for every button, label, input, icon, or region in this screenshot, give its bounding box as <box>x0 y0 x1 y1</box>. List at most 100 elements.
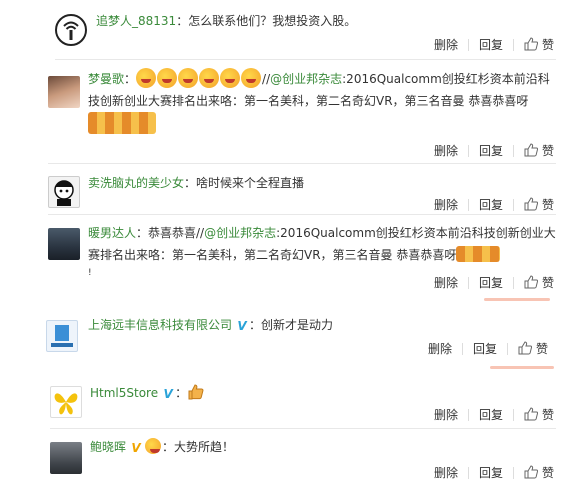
comment-actions: 删除 回复 赞 <box>428 340 548 357</box>
like-label: 赞 <box>541 408 554 422</box>
divider <box>467 144 469 157</box>
like-button[interactable]: 赞 <box>524 196 554 213</box>
comment-item: Html5Store V： 删除 回复 赞 <box>0 376 568 429</box>
like-button[interactable]: 赞 <box>524 142 554 159</box>
avatar[interactable] <box>48 176 80 208</box>
comment-divider <box>48 214 556 215</box>
delete-button[interactable]: 删除 <box>434 36 458 53</box>
divider <box>467 276 469 289</box>
like-hover-underline <box>490 366 554 369</box>
username-link[interactable]: Html5Store <box>90 386 158 400</box>
delete-button[interactable]: 删除 <box>434 142 458 159</box>
verified-badge-icon[interactable]: V <box>235 319 249 333</box>
comment-text: :2016Qualcomm创投红杉资本前沿科技创新创业大 <box>276 226 556 240</box>
comment-item: 鲍晓晖 V ：大势所趋！ 删除 回复 赞 <box>0 430 568 488</box>
comment-line: 赛排名出来咯：第一名美科，第二名奇幻VR，第三名音曼 恭喜恭喜呀 <box>88 244 558 266</box>
comment-line: 技创新创业大赛排名出来咯：第一名美科，第二名奇幻VR，第三名音曼 恭喜恭喜呀 <box>88 94 529 108</box>
like-button[interactable]: 赞 <box>524 274 554 291</box>
comment-item: 卖洗脑丸的美少女：啥时候来个全程直播 删除 回复 赞 <box>0 164 568 215</box>
avatar[interactable] <box>48 228 80 260</box>
reply-button[interactable]: 回复 <box>479 464 503 481</box>
mention-link[interactable]: @创业邦杂志 <box>204 226 276 240</box>
delete-button[interactable]: 删除 <box>434 274 458 291</box>
divider <box>512 144 514 157</box>
laughing-emoji-icon <box>220 68 241 88</box>
thumbs-up-icon <box>524 143 538 157</box>
laughing-emoji-icon <box>178 68 199 88</box>
comment-text: ：创新才是动力 <box>249 318 334 332</box>
like-button[interactable]: 赞 <box>518 340 548 357</box>
username-link[interactable]: 上海远丰信息科技有限公司 <box>88 318 232 332</box>
divider <box>467 466 469 479</box>
divider <box>512 408 514 421</box>
reply-button[interactable]: 回复 <box>479 142 503 159</box>
mention-link[interactable]: @创业邦杂志 <box>270 72 342 86</box>
username-link[interactable]: 追梦人_88131 <box>96 14 176 28</box>
avatar[interactable] <box>48 76 80 108</box>
like-button[interactable]: 赞 <box>524 406 554 423</box>
avatar[interactable] <box>55 14 87 46</box>
like-label: 赞 <box>541 466 554 480</box>
delete-button[interactable]: 删除 <box>434 196 458 213</box>
avatar[interactable] <box>46 320 78 352</box>
reply-button[interactable]: 回复 <box>479 36 503 53</box>
thumbs-up-icon <box>524 37 538 51</box>
thumbs-up-icon <box>524 197 538 211</box>
reply-button[interactable]: 回复 <box>473 340 497 357</box>
wifi-avatar-icon <box>55 14 87 46</box>
comment-item: 追梦人_88131：怎么联系他们？我想投资入股。 删除 回复 赞 <box>0 0 568 60</box>
username-link[interactable]: 卖洗脑丸的美少女 <box>88 176 184 190</box>
colon: ： <box>124 72 137 86</box>
comment-text: ：怎么联系他们？我想投资入股。 <box>176 14 357 28</box>
divider <box>506 342 508 355</box>
reply-button[interactable]: 回复 <box>479 196 503 213</box>
verified-badge-icon[interactable]: V <box>129 441 143 455</box>
butterfly-logo-icon <box>54 393 78 415</box>
divider <box>512 198 514 211</box>
like-label: 赞 <box>541 276 554 290</box>
crowd-emoji-icon <box>88 112 156 134</box>
like-label: 赞 <box>541 198 554 212</box>
divider <box>512 38 514 51</box>
comment-item: 暖男达人：恭喜恭喜//@创业邦杂志:2016Qualcomm创投红杉资本前沿科技… <box>0 218 568 304</box>
divider <box>467 408 469 421</box>
comment-item: 上海远丰信息科技有限公司 V ：创新才是动力 删除 回复 赞 <box>0 306 568 372</box>
thumbs-up-icon <box>524 465 538 479</box>
company-logo-icon <box>51 325 73 347</box>
delete-button[interactable]: 删除 <box>434 464 458 481</box>
like-button[interactable]: 赞 <box>524 36 554 53</box>
repost-marker: // <box>262 72 271 86</box>
comment-body: 上海远丰信息科技有限公司 V ：创新才是动力 <box>88 314 333 336</box>
username-link[interactable]: 梦曼歌 <box>88 72 124 86</box>
comment-divider <box>50 428 556 429</box>
username-link[interactable]: 鲍晓晖 <box>90 440 126 454</box>
avatar[interactable] <box>50 386 82 418</box>
comment-body: Html5Store V： <box>90 382 205 404</box>
comment-line <box>88 112 558 135</box>
comment-actions: 删除 回复 赞 <box>434 196 554 213</box>
reply-button[interactable]: 回复 <box>479 274 503 291</box>
username-link[interactable]: 暖男达人 <box>88 226 136 240</box>
thumbs-up-icon <box>524 407 538 421</box>
delete-button[interactable]: 删除 <box>434 406 458 423</box>
like-button[interactable]: 赞 <box>524 464 554 481</box>
comment-actions: 删除 回复 赞 <box>434 406 554 423</box>
reply-button[interactable]: 回复 <box>479 406 503 423</box>
laughing-emoji-icon <box>136 68 157 88</box>
comment-text: 赛排名出来咯：第一名美科，第二名奇幻VR，第三名音曼 恭喜恭喜呀 <box>88 248 457 262</box>
like-hover-underline <box>484 298 550 301</box>
verified-badge-icon[interactable]: V <box>161 387 175 401</box>
comment-actions: 删除 回复 赞 <box>434 274 554 291</box>
laughing-emoji-icon <box>157 68 178 88</box>
divider <box>512 466 514 479</box>
comment-line: 暖男达人：恭喜恭喜//@创业邦杂志:2016Qualcomm创投红杉资本前沿科技… <box>88 222 558 244</box>
comment-actions: 删除 回复 赞 <box>434 142 554 159</box>
comment-text: ：啥时候来个全程直播 <box>184 176 305 190</box>
comment-text: :2016Qualcomm创投红杉资本前沿科 <box>342 72 550 86</box>
comment-body: 追梦人_88131：怎么联系他们？我想投资入股。 <box>96 10 356 32</box>
comment-item: 梦曼歌： //@创业邦杂志:2016Qualcomm创投红杉资本前沿科 技创新创业… <box>0 60 568 164</box>
divider <box>467 38 469 51</box>
delete-button[interactable]: 删除 <box>428 340 452 357</box>
avatar[interactable] <box>50 442 82 474</box>
comment-text: ： <box>175 386 188 400</box>
